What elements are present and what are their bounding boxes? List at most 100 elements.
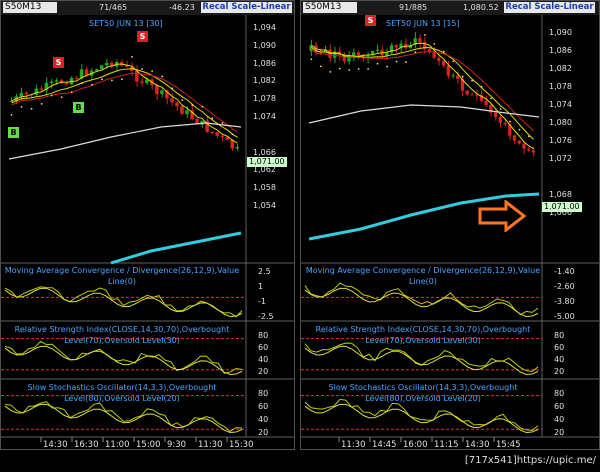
candle-body [451, 75, 455, 77]
sar-dot [367, 68, 370, 70]
left-chart-panel: S50M13 71/465 -46.23 Recal Scale-Linear … [0, 0, 295, 450]
sar-dot [386, 65, 388, 68]
candle-body [34, 88, 39, 95]
candle-body [493, 112, 498, 118]
candle-body [9, 100, 14, 102]
sar-dot [452, 60, 455, 63]
price-axis-label: 1,058 [253, 183, 276, 193]
macd-axis-label: -5.00 [554, 312, 575, 321]
stoch-axis-label: 60 [258, 402, 269, 411]
sar-dot [461, 75, 464, 78]
candle-body [39, 88, 44, 90]
sar-dot [499, 108, 502, 110]
watermark-text: [717x541]https://upic.me/ [464, 455, 596, 466]
stoch-line [4, 401, 243, 432]
rsi-axis-label: 40 [258, 355, 269, 364]
stoch-signal-line [304, 403, 539, 433]
time-axis-label: 11:00 [105, 440, 130, 450]
sar-dot [141, 68, 143, 70]
price-axis-label: 1,074 [549, 100, 572, 109]
sar-dot [471, 79, 474, 82]
time-axis-label: 11:15 [434, 440, 459, 450]
sar-dot [480, 85, 483, 88]
stoch-title: Slow Stochastics Oscillator(14,3,3),Over… [27, 383, 217, 403]
rsi-axis-label: 80 [554, 331, 565, 340]
footer: [717x541]https://upic.me/ [0, 450, 600, 472]
time-axis-label: 15:00 [136, 440, 161, 450]
price-axis-label: 1,078 [253, 94, 276, 104]
candle-body [531, 150, 535, 153]
rsi-title: Relative Strength Index(CLOSE,14,30,70),… [315, 325, 531, 345]
macd-axis-label: 1 [258, 282, 264, 291]
rsi-axis-label: 80 [258, 331, 269, 340]
price-axis-label: 1,090 [549, 28, 572, 37]
time-axis-label: 14:30 [43, 440, 68, 450]
time-axis-label: 16:30 [74, 440, 99, 450]
orange-arrow-icon [478, 200, 527, 232]
candle-body [19, 92, 24, 97]
price-axis-label: 1,082 [549, 64, 572, 73]
candle-body [517, 140, 521, 144]
sar-dot [60, 96, 63, 99]
ema-mid-line [11, 68, 238, 138]
time-axis-label: 14:45 [372, 440, 397, 450]
long-ma-line [308, 104, 540, 124]
rsi-axis-label: 60 [554, 343, 565, 352]
stoch-axis-label: 60 [554, 402, 565, 411]
sar-dot [509, 120, 511, 123]
price-axis-label: 1,074 [253, 112, 276, 121]
price-axis-label: 1,082 [253, 76, 276, 86]
rsi-axis-label: 20 [258, 367, 269, 376]
stoch-axis-label: 40 [554, 415, 565, 424]
candle-body [54, 80, 59, 82]
sar-dot [528, 135, 530, 138]
stoch-axis-label: 80 [554, 389, 565, 398]
stoch-axis-label: 20 [258, 428, 269, 437]
price-axis-label: 1,072 [549, 154, 572, 163]
sar-dot [151, 70, 154, 73]
time-axis-label: 14:30 [465, 440, 490, 450]
sar-dot [338, 67, 341, 70]
candle-body [24, 92, 29, 95]
price-axis-label: 1,076 [549, 136, 572, 145]
time-axis-label: 9:30 [167, 440, 187, 450]
candle-body [175, 102, 179, 107]
candle-body [185, 110, 189, 115]
price-axis-label: 1,094 [253, 23, 276, 32]
rsi-axis-label: 20 [554, 367, 565, 376]
sar-dot [111, 79, 113, 82]
sar-dot [423, 34, 426, 36]
price-axis-label: 1,062 [253, 165, 276, 175]
buy-signal-marker: B [8, 127, 19, 138]
sar-dot [442, 50, 445, 53]
price-axis-label: 1,086 [549, 46, 572, 55]
sar-dot [80, 82, 83, 85]
sar-dot [121, 78, 123, 81]
sar-dot [376, 62, 379, 65]
candle-body [347, 55, 351, 62]
macd-axis-label: 2.5 [258, 267, 271, 276]
sar-dot [40, 102, 43, 105]
candle-body [527, 148, 531, 151]
price-axis-label: 1,066 [549, 208, 572, 217]
candle-body [155, 85, 159, 95]
time-axis-label: 15:45 [496, 440, 521, 450]
price-axis-label: 1,068 [549, 190, 572, 199]
rsi-line [304, 342, 539, 372]
stoch-title: Slow Stochastics Oscillator(14,3,3),Over… [328, 383, 518, 403]
candle-body [385, 52, 389, 56]
candle-body [220, 135, 224, 138]
candle-body [456, 75, 460, 79]
sar-dot [319, 65, 322, 68]
sar-dot [395, 60, 398, 63]
sar-dot [90, 83, 93, 86]
sar-dot [171, 87, 174, 90]
sar-dot [50, 94, 53, 97]
sar-dot [329, 70, 332, 73]
candle-body [352, 52, 356, 56]
candle-body [94, 69, 99, 71]
stoch-signal-line [4, 403, 243, 433]
candle-body [170, 98, 174, 103]
price-axis-label: 1,054 [253, 201, 276, 210]
rsi-axis-label: 60 [258, 343, 269, 352]
